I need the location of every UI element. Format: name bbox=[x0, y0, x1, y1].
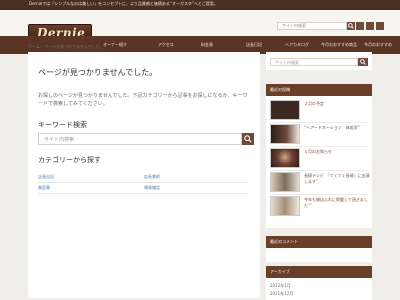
archive-title: アーカイブ bbox=[270, 269, 290, 274]
post-thumbnail bbox=[270, 148, 300, 168]
header-search-placeholder: サイト内検索 bbox=[282, 23, 306, 28]
post-thumbnail bbox=[270, 172, 300, 192]
nav-item-recommend[interactable]: 今月のおすすめ bbox=[364, 42, 392, 48]
sidebar-search-button[interactable] bbox=[358, 58, 368, 66]
post-divider bbox=[270, 170, 368, 171]
archive-item[interactable]: 2022年1月 bbox=[270, 283, 291, 289]
post-thumbnail bbox=[270, 100, 300, 120]
post-thumbnail bbox=[270, 124, 300, 144]
recent-comments-title: 最近のコメント bbox=[270, 239, 298, 244]
keyword-search-input[interactable]: サイト内検索 bbox=[38, 133, 242, 145]
social-icons bbox=[356, 22, 384, 30]
keyword-search-title: キーワード検索 bbox=[38, 121, 87, 129]
category-link[interactable]: 雑貨雑話 bbox=[144, 185, 160, 191]
recent-post-item[interactable]: 長崎テレビ 『てくてく長崎』に出演します” bbox=[270, 172, 372, 193]
not-found-message: お探しのページが見つかりませんでした。下記カテゴリーから記事をお探しになるか、キ… bbox=[38, 93, 248, 107]
recent-comments-widget: 最近のコメント bbox=[266, 236, 372, 262]
archive-item[interactable]: 2021年12月 bbox=[270, 291, 293, 297]
recent-comments-header: 最近のコメント bbox=[266, 236, 372, 248]
facebook-icon[interactable] bbox=[356, 22, 364, 30]
keyword-search-placeholder: サイト内検索 bbox=[44, 137, 75, 143]
sidebar-search-widget: サイト内検索 bbox=[266, 52, 372, 70]
nav-item-diary[interactable]: 店長日記 bbox=[246, 42, 262, 48]
sidebar-search-input[interactable]: サイト内検索 bbox=[270, 58, 358, 66]
search-icon bbox=[360, 59, 366, 65]
category-link[interactable]: 店長出記 bbox=[38, 174, 54, 180]
search-icon bbox=[348, 23, 354, 29]
recent-post-item[interactable]: “ヘアードネーション 体若学” bbox=[270, 124, 372, 145]
nav-item-catalog[interactable]: ヘアカタログ bbox=[285, 42, 309, 48]
nav-item-products[interactable]: 今月のおすすめ商品 bbox=[321, 42, 357, 48]
archive-widget: アーカイブ 2022年1月 2021年12月 bbox=[266, 266, 372, 300]
sidebar-search-placeholder: サイト内検索 bbox=[275, 60, 299, 65]
category-divider bbox=[38, 182, 248, 183]
breadcrumb[interactable]: ホーム › ページが見つかりませんでした。 bbox=[28, 44, 104, 50]
keyword-search-button[interactable] bbox=[242, 133, 254, 145]
recent-post-item[interactable]: 今年も貸店ふれに掲載して頂きました”” bbox=[270, 196, 372, 217]
post-title[interactable]: ２月の予定 bbox=[304, 101, 372, 107]
category-divider bbox=[38, 193, 248, 194]
category-link[interactable]: 店長美術 bbox=[144, 174, 160, 180]
recent-post-item[interactable]: １月のお知らせ bbox=[270, 148, 372, 169]
post-divider bbox=[270, 146, 368, 147]
twitter-icon[interactable] bbox=[366, 22, 374, 30]
post-divider bbox=[270, 122, 368, 123]
post-title[interactable]: 今年も貸店ふれに掲載して頂きました”” bbox=[304, 197, 372, 209]
nav-item-owner[interactable]: オーナー紹介 bbox=[103, 42, 127, 48]
post-title[interactable]: 長崎テレビ 『てくてく長崎』に出演します” bbox=[304, 173, 372, 185]
post-title[interactable]: “ヘアードネーション 体若学” bbox=[304, 125, 372, 131]
header: Dernie サイト内検索 bbox=[0, 10, 400, 42]
nav-item-access[interactable]: アクセス bbox=[158, 42, 174, 48]
recent-posts-widget: 最近の投稿 ２月の予定 “ヘアードネーション 体若学” １月のお知らせ 長崎テレ… bbox=[266, 84, 372, 228]
header-search-button[interactable] bbox=[347, 22, 355, 30]
archive-header: アーカイブ bbox=[266, 266, 372, 278]
recent-post-item[interactable]: ２月の予定 bbox=[270, 100, 372, 121]
recent-posts-title: 最近の投稿 bbox=[270, 87, 290, 92]
page-title: ページが見つかりませんでした。 bbox=[38, 68, 158, 77]
post-thumbnail bbox=[270, 196, 300, 216]
top-bar: Dernieでは「シンプルなのは美しい」をコンセプトに、より品質感と価値ある“オ… bbox=[0, 0, 400, 10]
header-search-input[interactable]: サイト内検索 bbox=[277, 22, 347, 30]
category-link[interactable]: 美容事 bbox=[38, 185, 50, 191]
main-content: ページが見つかりませんでした。 お探しのページが見つかりませんでした。下記カテゴ… bbox=[28, 52, 260, 298]
recent-posts-header: 最近の投稿 bbox=[266, 84, 372, 96]
top-bar-text: Dernieでは「シンプルなのは美しい」をコンセプトに、より品質感と価値ある“オ… bbox=[29, 1, 218, 6]
post-divider bbox=[270, 194, 368, 195]
post-title[interactable]: １月のお知らせ bbox=[304, 149, 372, 155]
instagram-icon[interactable] bbox=[376, 22, 384, 30]
category-title: カテゴリーから探す bbox=[38, 156, 101, 164]
nav-item-price[interactable]: 料金表 bbox=[201, 42, 213, 48]
search-icon bbox=[244, 135, 252, 143]
